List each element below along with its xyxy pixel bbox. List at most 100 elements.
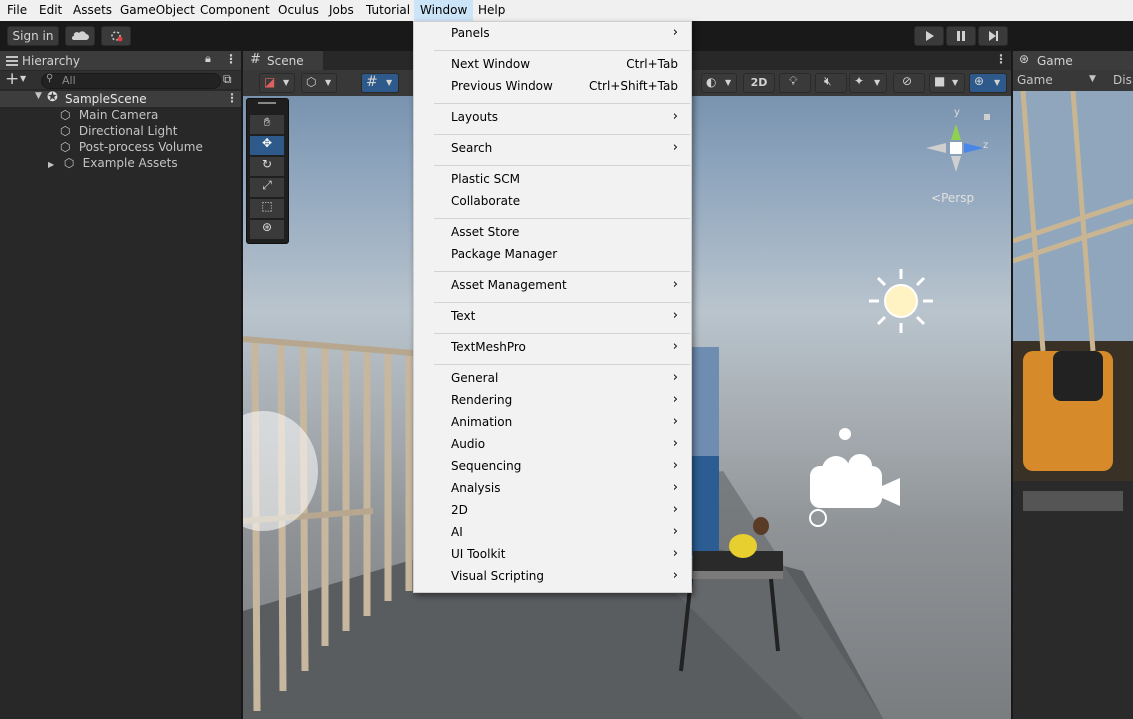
menu-item-asset-management[interactable]: Asset Management › xyxy=(451,276,678,296)
game-display-dropdown[interactable]: Game xyxy=(1017,73,1053,87)
hierarchy-item-label: Example Assets xyxy=(82,156,178,170)
hierarchy-item[interactable]: ▶ ⬡ Example Assets xyxy=(48,156,178,172)
menu-item-analysis[interactable]: Analysis › xyxy=(451,479,678,499)
game-tab[interactable]: ⊛ Game xyxy=(1013,51,1133,70)
2d-toggle-button[interactable]: 2D xyxy=(743,73,775,93)
scene-more-icon[interactable]: ⋮ xyxy=(226,91,238,105)
add-dropdown-icon[interactable]: ▼ xyxy=(20,74,26,83)
drag-handle[interactable] xyxy=(258,102,276,104)
menu-component[interactable]: Component xyxy=(200,3,270,17)
hierarchy-scene-row[interactable]: ▼ ✪ SampleScene ⋮ xyxy=(0,90,241,107)
menu-assets[interactable]: Assets xyxy=(73,3,112,17)
submenu-arrow-icon: › xyxy=(672,524,678,539)
menu-item-label: Asset Store xyxy=(451,225,520,239)
scene-visibility-icon[interactable]: ⧉ xyxy=(223,72,232,87)
menu-item-asset-store[interactable]: Asset Store xyxy=(451,223,678,243)
draw-mode-dropdown[interactable]: ◪ ▼ xyxy=(259,73,295,93)
hierarchy-tab[interactable]: Hierarchy 🔒︎ ⋮ xyxy=(0,51,241,70)
lock-icon[interactable]: 🔒︎ xyxy=(205,52,211,66)
menu-tutorial[interactable]: Tutorial xyxy=(366,3,410,17)
gizmos-dropdown[interactable]: ⊕ ▼ xyxy=(969,73,1007,93)
display-dropdown[interactable]: Disp xyxy=(1113,73,1133,87)
dropdown-arrow-icon[interactable]: ▼ xyxy=(1089,74,1096,84)
menu-oculus[interactable]: Oculus xyxy=(278,3,319,17)
gameobject-cube-icon: ⬡ xyxy=(60,140,71,154)
hierarchy-item[interactable]: ⬡ Directional Light xyxy=(60,124,178,140)
hierarchy-search-input[interactable]: ⚲ All xyxy=(41,73,221,89)
add-icon[interactable]: + xyxy=(5,69,19,89)
menu-item-next-window[interactable]: Next Window Ctrl+Tab xyxy=(451,55,678,75)
game-render xyxy=(1013,90,1133,719)
menu-item-package-manager[interactable]: Package Manager xyxy=(451,245,678,265)
scale-icon: ⤢ xyxy=(262,178,272,192)
hierarchy-item[interactable]: ⬡ Main Camera xyxy=(60,108,158,124)
menu-item-label: General xyxy=(451,371,499,385)
camera-dropdown[interactable]: ■ ▼ xyxy=(929,73,965,93)
move-tool-button[interactable]: ✥ xyxy=(250,136,284,155)
rect-tool-button[interactable]: ⬚ xyxy=(250,199,284,218)
step-button[interactable] xyxy=(978,26,1008,46)
menu-item-rendering[interactable]: Rendering › xyxy=(451,391,678,411)
game-tab-label: Game xyxy=(1037,54,1073,68)
menu-item-textmeshpro[interactable]: TextMeshPro › xyxy=(451,338,678,358)
collab-button[interactable] xyxy=(101,26,131,46)
menu-item-general[interactable]: General › xyxy=(451,369,678,389)
menu-item-plastic-scm[interactable]: Plastic SCM xyxy=(451,170,678,190)
shading-icon: ◪ xyxy=(264,75,276,89)
pause-icon xyxy=(957,31,965,41)
menu-item-collaborate[interactable]: Collaborate xyxy=(451,192,678,212)
submenu-arrow-icon: › xyxy=(672,436,678,451)
menu-item-ai[interactable]: AI › xyxy=(451,523,678,543)
menu-item-audio[interactable]: Audio › xyxy=(451,435,678,455)
transform-tool-button[interactable]: ⊛ xyxy=(250,220,284,239)
menu-item-label: Previous Window xyxy=(451,79,553,93)
menu-item-sequencing[interactable]: Sequencing › xyxy=(451,457,678,477)
menu-item-label: Asset Management xyxy=(451,278,567,292)
gamepad-icon: ⊛ xyxy=(1019,52,1030,66)
persp-label[interactable]: <Persp xyxy=(931,191,974,205)
menu-item-2d[interactable]: 2D › xyxy=(451,501,678,521)
menu-edit[interactable]: Edit xyxy=(39,3,62,17)
cloud-button[interactable] xyxy=(65,26,95,46)
scene-more-icon[interactable]: ⋮ xyxy=(995,52,1007,66)
scene-tab[interactable]: # Scene xyxy=(243,51,323,70)
menu-item-visual-scripting[interactable]: Visual Scripting › xyxy=(451,567,678,587)
gizmo-axis-z: z xyxy=(983,140,989,151)
render-mode-dropdown[interactable]: ⬡ ▼ xyxy=(301,73,337,93)
play-button[interactable] xyxy=(914,26,944,46)
menu-file[interactable]: File xyxy=(7,3,27,17)
menu-item-animation[interactable]: Animation › xyxy=(451,413,678,433)
grid-snap-toggle[interactable]: # ▼ xyxy=(361,73,399,93)
scene-visibility-toggle[interactable]: ⊘ xyxy=(893,73,925,93)
menu-item-label: AI xyxy=(451,525,463,539)
menu-item-panels[interactable]: Panels › xyxy=(451,24,678,44)
menu-separator xyxy=(434,333,690,334)
menu-help[interactable]: Help xyxy=(478,3,505,17)
effects-dropdown[interactable]: ✦ ▼ xyxy=(849,73,887,93)
pause-button[interactable] xyxy=(946,26,976,46)
menu-jobs[interactable]: Jobs xyxy=(329,3,354,17)
play-icon xyxy=(926,31,934,41)
collapse-arrow-icon[interactable]: ▶ xyxy=(48,160,58,169)
menu-item-ui-toolkit[interactable]: UI Toolkit › xyxy=(451,545,678,565)
menu-item-layouts[interactable]: Layouts › xyxy=(451,108,678,128)
scene-tab-label: Scene xyxy=(267,54,304,68)
menu-gameobject[interactable]: GameObject xyxy=(120,3,195,17)
menu-item-text[interactable]: Text › xyxy=(451,307,678,327)
more-options-icon[interactable]: ⋮ xyxy=(225,52,237,66)
lighting-toggle[interactable]: 💡︎ xyxy=(779,73,811,93)
rotate-tool-button[interactable]: ↻ xyxy=(250,157,284,176)
scale-tool-button[interactable]: ⤢ xyxy=(250,178,284,197)
audio-toggle[interactable]: 🔇︎ xyxy=(815,73,847,93)
menu-item-search[interactable]: Search › xyxy=(451,139,678,159)
shading-mode-dropdown[interactable]: ◐ ▼ xyxy=(701,73,737,93)
transform-icon: ⊛ xyxy=(261,220,273,234)
sign-in-button[interactable]: Sign in xyxy=(7,26,59,46)
menu-separator xyxy=(434,218,690,219)
menu-window[interactable]: Window xyxy=(414,0,474,21)
menu-item-previous-window[interactable]: Previous Window Ctrl+Shift+Tab xyxy=(451,77,678,97)
game-view[interactable]: ⊛ Game Game ▼ Disp xyxy=(1013,51,1133,719)
expand-arrow-icon[interactable]: ▼ xyxy=(35,91,42,101)
hierarchy-item[interactable]: ⬡ Post-process Volume xyxy=(60,140,203,156)
hand-tool-button[interactable]: ✋︎ xyxy=(250,115,284,134)
